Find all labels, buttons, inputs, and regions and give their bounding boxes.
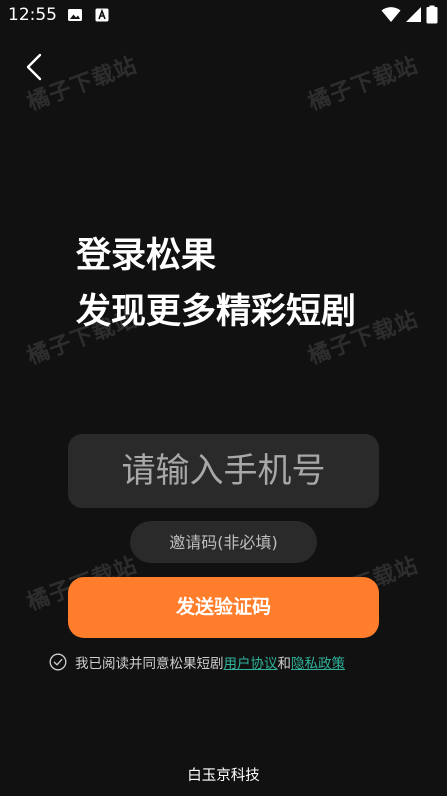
invite-code-input[interactable] [130, 521, 317, 563]
status-bar: 12:55 [0, 0, 447, 30]
headline-line-2: 发现更多精彩短剧 [76, 292, 357, 332]
agreement-text: 我已阅读并同意松果短剧 [75, 656, 224, 672]
headline: 登录松果 发现更多精彩短剧 [76, 228, 416, 340]
user-agreement-link[interactable]: 用户协议 [224, 652, 278, 672]
battery-icon [426, 5, 438, 24]
watermark: 橘子下载站 [305, 52, 422, 116]
agreement-checkbox[interactable] [49, 653, 67, 671]
privacy-policy-link[interactable]: 隐私政策 [291, 652, 345, 672]
login-screen: 12:55 橘子下载站 橘子下载站 橘子下载站 橘子下载站 橘子下载站 橘子下载… [0, 0, 447, 796]
company-name: 白玉京科技 [187, 768, 260, 784]
agreement-row: 我已阅读并同意松果短剧 用户协议 和 隐私政策 [49, 652, 345, 672]
chevron-left-icon [26, 53, 42, 81]
back-button[interactable] [20, 52, 50, 82]
check-icon [53, 658, 63, 666]
send-code-button[interactable]: 发送验证码 [68, 577, 379, 638]
agreement-conjunction: 和 [277, 656, 292, 672]
signal-icon [406, 7, 421, 22]
wifi-icon [381, 7, 401, 22]
phone-number-input[interactable] [68, 434, 379, 508]
a-letter-icon [95, 8, 109, 22]
status-time: 12:55 [8, 5, 57, 25]
photo-icon [68, 9, 82, 21]
headline-line-1: 登录松果 [76, 236, 217, 276]
